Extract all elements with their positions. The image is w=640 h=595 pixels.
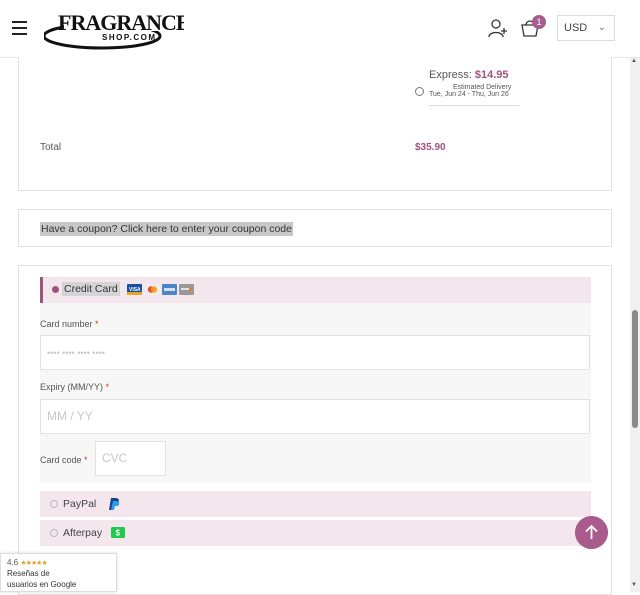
google-reviews-line2: usuarios en Google [7,580,77,589]
scrollbar-thumb[interactable] [632,310,638,428]
credit-card-form: Card number * •••• •••• •••• •••• Expiry… [40,303,591,482]
google-reviews-line1: Reseñas de [7,569,50,578]
express-label: Express: [429,69,472,81]
card-number-label: Card number * [40,319,99,329]
total-value: $35.90 [415,142,446,153]
chevron-down-icon: ⌄ [597,22,606,33]
site-header: FRAGRANCE SHOP.COM 1 USD ⌄ [0,0,640,58]
paypal-method[interactable]: PayPal [40,491,591,517]
scrollbar[interactable]: ▲ ▼ [630,58,640,592]
estimated-delivery-dates: Tue, Jun 24 - Thu, Jun 26 [429,91,509,98]
paypal-label: PayPal [63,498,97,510]
currency-value: USD [564,22,588,34]
svg-text:$: $ [116,529,121,538]
express-shipping-radio[interactable] [415,87,424,96]
card-number-input[interactable]: •••• •••• •••• •••• [40,335,590,370]
amex-icon [162,284,177,295]
currency-select[interactable]: USD ⌄ [557,15,615,41]
expiry-label: Expiry (MM/YY) * [40,382,110,392]
menu-icon[interactable] [12,21,27,35]
card-code-label: Card code * [40,455,88,465]
credit-card-method[interactable]: Credit Card VISA [40,277,591,303]
credit-card-label: Credit Card [62,282,120,296]
scroll-up-arrow-icon[interactable]: ▲ [631,58,637,64]
visa-icon: VISA [127,284,142,295]
coupon-toggle-link[interactable]: Have a coupon? Click here to enter your … [40,222,293,236]
coupon-card: Have a coupon? Click here to enter your … [18,209,612,247]
mastercard-icon [145,284,160,295]
divider [429,105,519,106]
afterpay-method[interactable]: Afterpay $ [40,520,591,546]
express-shipping-option[interactable]: Express: $14.95 [429,69,509,81]
google-reviews-badge[interactable]: 4.6 ★★★★★ Reseñas de usuarios en Google [0,553,117,592]
scroll-down-arrow-icon[interactable]: ▼ [631,582,637,588]
card-code-input[interactable]: CVC [95,441,166,476]
afterpay-icon: $ [111,527,125,538]
paypal-icon [109,498,119,510]
star-rating-icon: ★★★★★ [20,560,47,567]
cart-count-badge: 1 [532,15,546,29]
afterpay-label: Afterpay [63,527,103,539]
estimated-delivery-title: Estimated Delivery [453,84,512,91]
payment-methods-card: Credit Card VISA Card number * •••• ••••… [18,265,612,595]
add-user-icon[interactable] [488,18,508,38]
order-summary-card: Express: $14.95 Estimated Delivery Tue, … [18,57,612,191]
credit-card-radio[interactable] [52,286,59,293]
total-label: Total [40,142,62,153]
fragrance-shop-logo[interactable]: FRAGRANCE SHOP.COM [44,9,184,51]
discover-icon [179,284,194,295]
svg-text:VISA: VISA [129,287,141,293]
paypal-radio[interactable] [50,500,58,508]
google-rating: 4.6 ★★★★★ [7,558,48,567]
logo-wordmark: FRAGRANCE [58,10,184,35]
afterpay-radio[interactable] [50,529,58,537]
logo-subtext: SHOP.COM [102,33,157,42]
scroll-to-top-button[interactable] [575,516,608,549]
express-price: $14.95 [474,69,509,81]
expiry-input[interactable]: MM / YY [40,399,590,434]
